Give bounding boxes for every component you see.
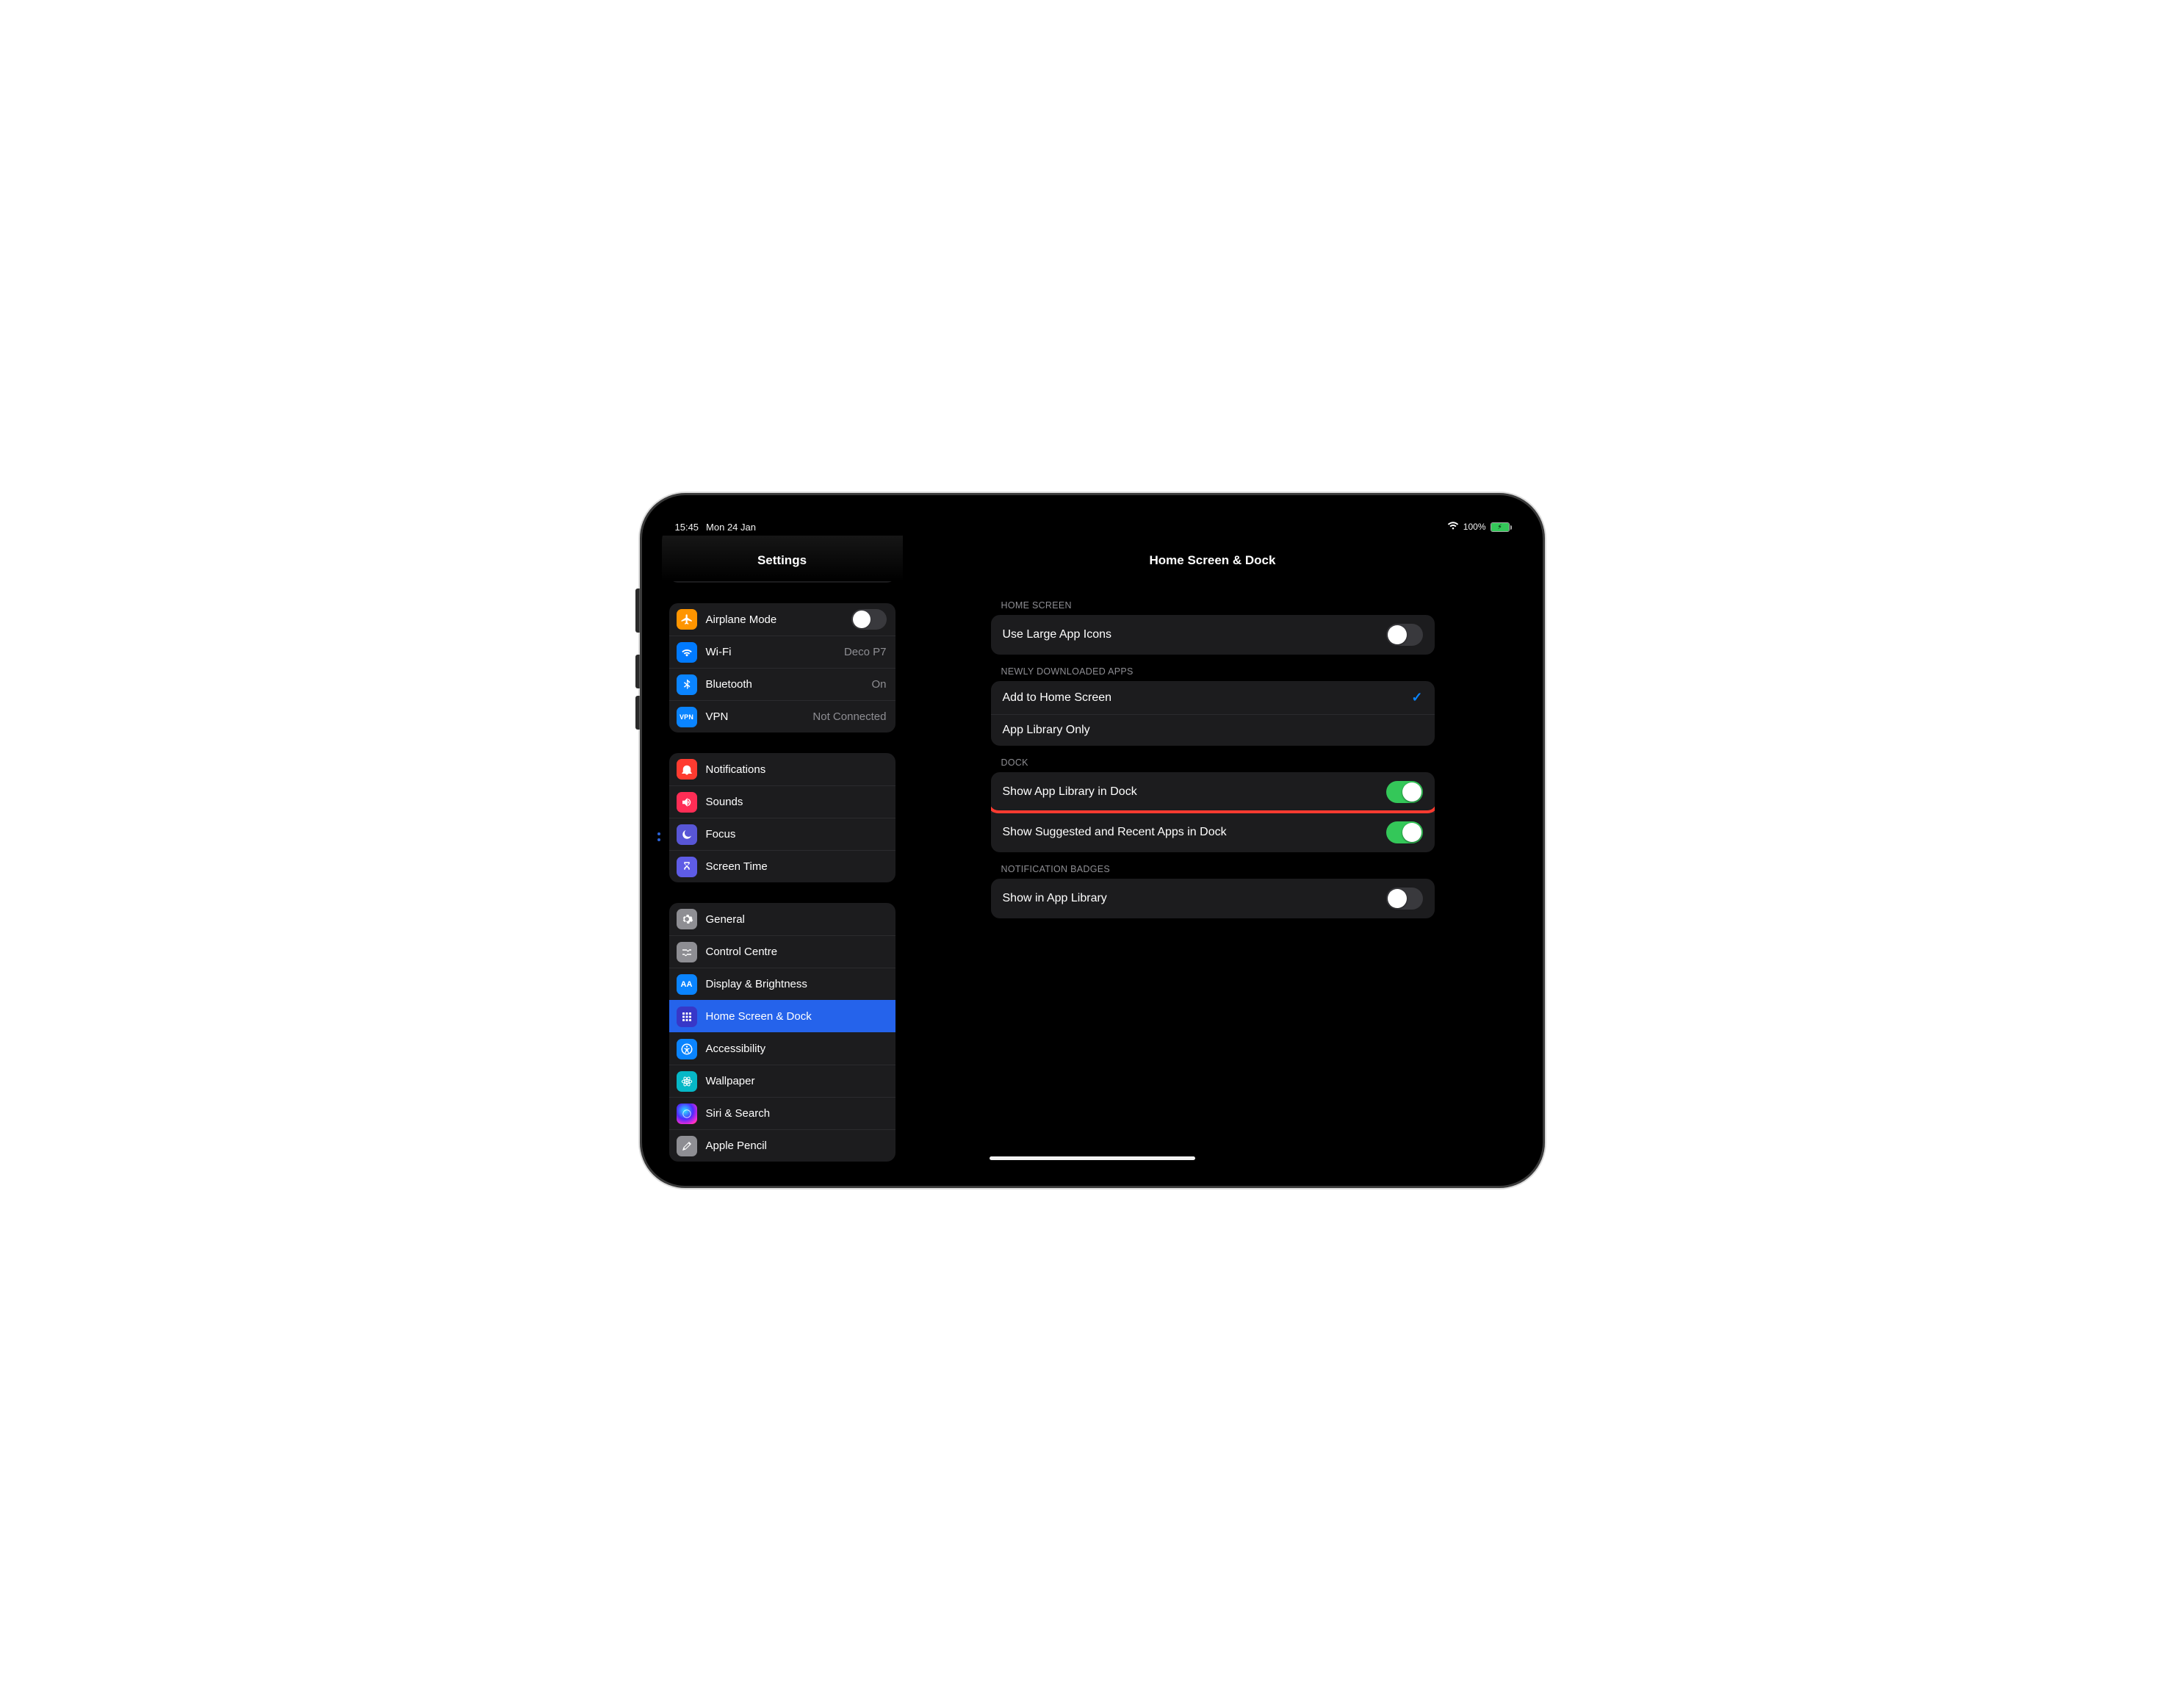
battery-percent: 100% [1463,522,1486,532]
sidebar-item-general[interactable]: General [669,903,895,935]
sidebar-item-label: Home Screen & Dock [706,1010,812,1023]
home-indicator[interactable] [990,1156,1195,1160]
detail-title: Home Screen & Dock [903,536,1523,574]
toggle-show-suggested-recent-in-dock[interactable] [1386,821,1423,843]
row-label: Show App Library in Dock [1003,785,1137,799]
camera-led [657,838,660,841]
vpn-icon: VPN [677,707,697,727]
status-time: 15:45 [675,522,699,533]
detail-pane: Home Screen & Dock HOME SCREEN Use Large… [903,536,1523,1166]
sidebar-item-vpn[interactable]: VPN VPN Not Connected [669,700,895,732]
airplane-mode-toggle[interactable] [851,609,887,630]
charging-bolt-icon: ⚡︎ [1497,524,1502,530]
sliders-icon [677,942,697,962]
checkmark-icon: ✓ [1411,690,1422,705]
gear-icon [677,909,697,929]
row-label: Show Suggested and Recent Apps in Dock [1003,826,1227,839]
sidebar: Settings Airplane Mode [662,536,903,1166]
hourglass-icon [677,857,697,877]
sidebar-item-label: Sounds [706,796,743,808]
sidebar-item-label: General [706,913,745,926]
row-show-in-app-library[interactable]: Show in App Library [991,879,1435,918]
row-label: Show in App Library [1003,892,1107,905]
sidebar-item-label: Focus [706,828,736,840]
wifi-icon [677,642,697,663]
sidebar-group-alerts: Notifications Sounds Focus [669,753,895,882]
bluetooth-icon [677,674,697,695]
sidebar-item-accessibility[interactable]: Accessibility [669,1032,895,1065]
sidebar-item-display-brightness[interactable]: AA Display & Brightness [669,968,895,1000]
sidebar-item-wifi[interactable]: Wi-Fi Deco P7 [669,636,895,668]
sidebar-item-label: Accessibility [706,1043,766,1055]
speaker-icon [677,792,697,813]
display-aa-icon: AA [677,974,697,995]
sidebar-item-home-screen-dock[interactable]: Home Screen & Dock [669,1000,895,1032]
wifi-icon [1447,522,1459,533]
row-label: App Library Only [1003,724,1090,737]
ipad-frame: 15:45 Mon 24 Jan 100% ⚡︎ Settings [638,492,1546,1189]
screen: 15:45 Mon 24 Jan 100% ⚡︎ Settings [662,515,1523,1166]
toggle-use-large-app-icons[interactable] [1386,624,1423,646]
section-header-home-screen: HOME SCREEN [991,588,1435,615]
toggle-show-app-library-in-dock[interactable] [1386,781,1423,803]
sidebar-item-control-centre[interactable]: Control Centre [669,935,895,968]
card-newly-downloaded: Add to Home Screen ✓ App Library Only [991,681,1435,746]
volume-down-button [635,696,640,730]
sidebar-item-label: Apple Pencil [706,1140,767,1152]
sidebar-item-label: Siri & Search [706,1107,771,1120]
status-date: Mon 24 Jan [706,522,756,533]
row-show-app-library-in-dock[interactable]: Show App Library in Dock [991,772,1435,812]
row-use-large-app-icons[interactable]: Use Large App Icons [991,615,1435,655]
battery-icon: ⚡︎ [1491,522,1510,532]
accessibility-icon [677,1039,697,1059]
sidebar-item-label: Notifications [706,763,766,776]
sidebar-item-label: Screen Time [706,860,768,873]
row-label: Use Large App Icons [1003,628,1112,641]
card-dock: Show App Library in Dock Show Suggested … [991,772,1435,852]
row-show-suggested-recent-in-dock[interactable]: Show Suggested and Recent Apps in Dock [991,812,1435,852]
sidebar-item-bluetooth[interactable]: Bluetooth On [669,668,895,700]
sidebar-item-screen-time[interactable]: Screen Time [669,850,895,882]
row-app-library-only[interactable]: App Library Only [991,714,1435,746]
app-grid-icon [677,1007,697,1027]
sidebar-item-label: VPN [706,710,729,723]
bell-icon [677,759,697,780]
section-header-badges: NOTIFICATION BADGES [991,852,1435,879]
sidebar-item-notifications[interactable]: Notifications [669,753,895,785]
section-header-dock: DOCK [991,746,1435,772]
row-add-to-home-screen[interactable]: Add to Home Screen ✓ [991,681,1435,714]
section-header-newly-downloaded: NEWLY DOWNLOADED APPS [991,655,1435,681]
vpn-value: Not Connected [812,710,886,723]
airplane-icon [677,609,697,630]
moon-icon [677,824,697,845]
bluetooth-value: On [871,678,886,691]
pencil-icon [677,1136,697,1156]
sidebar-item-label: Wi-Fi [706,646,732,658]
power-button [635,588,640,633]
sidebar-group-stub [669,581,895,583]
wallpaper-icon [677,1071,697,1092]
sidebar-item-siri-search[interactable]: Siri & Search [669,1097,895,1129]
sidebar-item-label: Wallpaper [706,1075,755,1087]
sidebar-item-label: Display & Brightness [706,978,807,990]
sidebar-item-apple-pencil[interactable]: Apple Pencil [669,1129,895,1162]
siri-icon [677,1104,697,1124]
toggle-show-in-app-library[interactable] [1386,888,1423,910]
sidebar-item-wallpaper[interactable]: Wallpaper [669,1065,895,1097]
sidebar-title: Settings [662,536,903,581]
sidebar-item-focus[interactable]: Focus [669,818,895,850]
sidebar-group-general: General Control Centre AA Display & Brig… [669,903,895,1162]
row-label: Add to Home Screen [1003,691,1112,705]
sidebar-item-label: Control Centre [706,946,778,958]
wifi-value: Deco P7 [844,646,887,658]
sidebar-item-sounds[interactable]: Sounds [669,785,895,818]
sidebar-group-connectivity: Airplane Mode Wi-Fi Deco P7 [669,603,895,732]
sidebar-item-label: Airplane Mode [706,613,777,626]
card-home-screen: Use Large App Icons [991,615,1435,655]
sidebar-item-airplane-mode[interactable]: Airplane Mode [669,603,895,636]
card-badges: Show in App Library [991,879,1435,918]
sidebar-item-label: Bluetooth [706,678,752,691]
volume-up-button [635,655,640,688]
status-bar: 15:45 Mon 24 Jan 100% ⚡︎ [662,515,1523,536]
